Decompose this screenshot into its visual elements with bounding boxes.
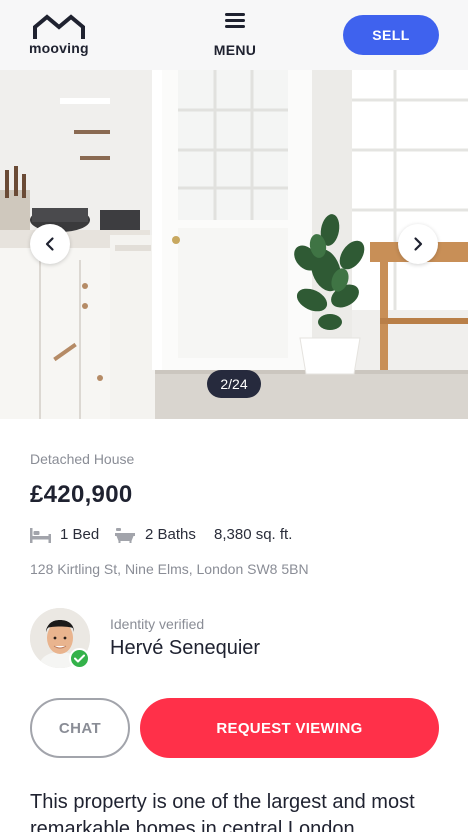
previous-photo-button[interactable] [30,224,70,264]
top-header: mooving MENU SELL [0,0,468,70]
bed-count: 1 Bed [60,526,100,543]
menu-button[interactable]: MENU [200,10,270,62]
next-photo-button[interactable] [398,224,438,264]
identity-verified-label: Identity verified [110,616,205,632]
bath-count: 2 Baths [145,526,196,543]
floor-area: 8,380 sq. ft. [214,526,293,543]
brand-logo[interactable]: mooving [29,14,89,58]
verified-check-icon [74,654,85,663]
bed-icon [30,528,51,543]
photo-counter: 2/24 [207,370,261,398]
logo-text: mooving [29,40,89,56]
chevron-right-icon [414,237,423,251]
seller-name: Hervé Senequier [110,637,261,659]
house-outline-icon [33,14,85,39]
request-viewing-button[interactable]: REQUEST VIEWING [140,698,439,758]
hamburger-menu-icon [225,13,245,29]
chevron-left-icon [45,237,54,251]
property-price: £420,900 [30,481,133,508]
sell-button[interactable]: SELL [343,15,439,55]
bath-icon [115,528,135,543]
menu-label: MENU [213,42,257,58]
verified-badge [69,648,90,669]
property-photo[interactable]: 2/24 [0,70,468,419]
property-features: 1 Bed 2 Baths 8,380 sq. ft. [30,525,430,545]
property-description: This property is one of the largest and … [30,791,415,832]
property-address: 128 Kirtling St, Nine Elms, London SW8 5… [30,561,309,577]
chat-button[interactable]: CHAT [30,698,130,758]
property-type: Detached House [30,451,135,467]
